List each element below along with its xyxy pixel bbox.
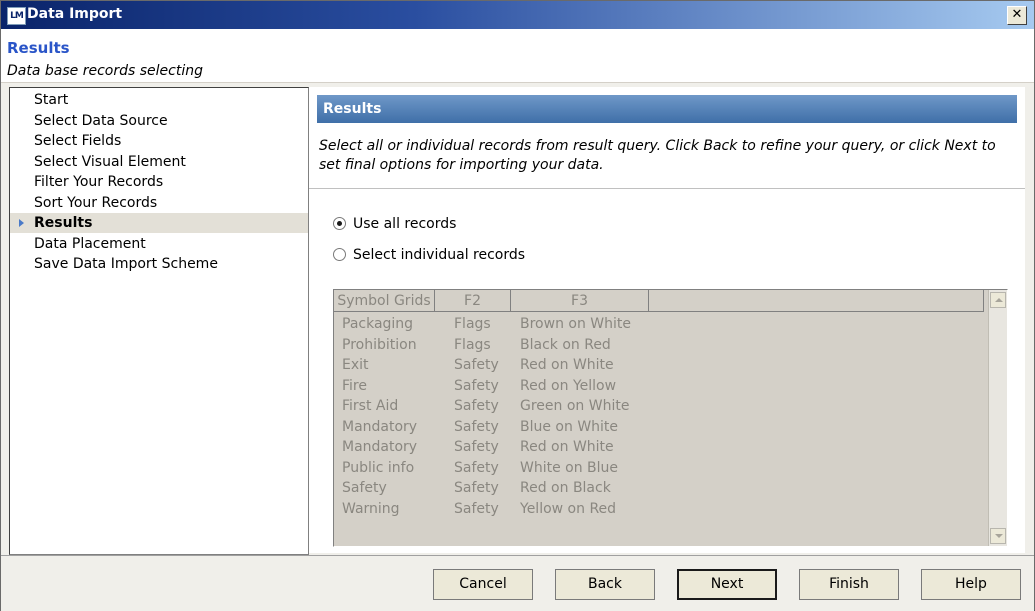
close-button[interactable]: ✕	[1007, 6, 1027, 25]
sidebar-item-label: Results	[34, 215, 93, 231]
cell-f2: Safety	[454, 398, 499, 414]
steps-sidebar: Start Select Data Source Select Fields S…	[9, 87, 309, 555]
sidebar-item-label: Select Data Source	[34, 112, 168, 129]
sidebar-item-save-data-import-scheme[interactable]: Save Data Import Scheme	[10, 254, 308, 274]
cell-symbol-grid: First Aid	[342, 398, 399, 414]
cell-symbol-grid: Safety	[342, 480, 387, 496]
close-icon: ✕	[1011, 7, 1023, 22]
radio-checked-icon[interactable]	[333, 217, 346, 230]
sidebar-item-filter-your-records[interactable]: Filter Your Records	[10, 172, 308, 192]
section-banner: Results	[317, 95, 1017, 123]
cell-f3: Yellow on Red	[520, 500, 617, 517]
title-bar[interactable]: LM Data Import ✕	[1, 1, 1034, 29]
cell-f2: Safety	[454, 357, 499, 373]
back-button[interactable]: Back	[555, 569, 655, 600]
column-header-empty	[649, 290, 984, 312]
cell-f3: Red on Black	[520, 480, 611, 496]
divider	[309, 188, 1025, 189]
sidebar-item-label: Sort Your Records	[34, 194, 158, 211]
window-title: Data Import	[27, 6, 123, 22]
arrow-down-icon	[995, 534, 1003, 538]
cell-f2: Safety	[454, 439, 499, 455]
cell-f3: Black on Red	[520, 336, 611, 353]
column-header-symbol-grids[interactable]: Symbol Grids	[334, 290, 435, 312]
cell-symbol-grid: Exit	[342, 357, 369, 373]
sidebar-item-label: Save Data Import Scheme	[34, 256, 218, 272]
cell-symbol-grid: Mandatory	[342, 439, 418, 455]
records-grid: Symbol Grids F2 F3 Packaging Flags Brown o…	[333, 289, 1008, 547]
page-subtitle: Data base records selecting	[7, 63, 203, 79]
sidebar-item-data-placement[interactable]: Data Placement	[10, 234, 308, 254]
help-button[interactable]: Help	[921, 569, 1021, 600]
cell-f2: Flags	[454, 336, 491, 353]
cell-f3: White on Blue	[520, 459, 619, 476]
cell-f2: Safety	[454, 480, 499, 496]
sidebar-item-label: Data Placement	[34, 235, 146, 252]
sidebar-item-results[interactable]: Results	[10, 213, 308, 233]
cell-f2: Safety	[454, 459, 499, 476]
sidebar-item-select-visual-element[interactable]: Select Visual Element	[10, 152, 308, 172]
radio-label: Select individual records	[353, 247, 526, 263]
cell-symbol-grid: Fire	[342, 377, 367, 394]
radio-unchecked-icon[interactable]	[333, 248, 346, 261]
column-header-f3[interactable]: F3	[511, 290, 649, 312]
main-panel: Results Select all or individual records…	[309, 87, 1025, 553]
cell-f2: Safety	[454, 500, 499, 517]
sidebar-item-select-data-source[interactable]: Select Data Source	[10, 111, 308, 131]
current-step-arrow-icon	[19, 219, 24, 227]
scroll-down-button[interactable]	[990, 528, 1006, 544]
data-import-window: LM Data Import ✕ Results Data base recor…	[0, 0, 1035, 611]
sidebar-item-label: Start	[34, 92, 69, 108]
cell-symbol-grid: Mandatory	[342, 418, 418, 435]
page-title: Results	[7, 39, 70, 57]
radio-label: Use all records	[353, 216, 457, 232]
cancel-button[interactable]: Cancel	[433, 569, 533, 600]
button-bar: Cancel Back Next Finish Help	[1, 555, 1034, 611]
sidebar-item-sort-your-records[interactable]: Sort Your Records	[10, 193, 308, 213]
wizard-header: Results Data base records selecting	[1, 29, 1034, 83]
cell-f2: Flags	[454, 316, 491, 332]
app-logo-icon: LM	[7, 7, 26, 25]
grid-header: Symbol Grids F2 F3	[334, 290, 984, 312]
column-header-f2[interactable]: F2	[435, 290, 511, 312]
cell-f3: Blue on White	[520, 418, 619, 435]
sidebar-item-label: Select Visual Element	[34, 153, 186, 170]
cell-f3: Red on Yellow	[520, 377, 617, 394]
scroll-up-button[interactable]	[990, 292, 1006, 308]
instructions-text: Select all or individual records from re…	[319, 138, 996, 173]
cell-symbol-grid: Packaging	[342, 316, 414, 332]
section-banner-title: Results	[323, 101, 382, 117]
cell-symbol-grid: Prohibition	[342, 336, 417, 353]
cell-f3: Brown on White	[520, 316, 631, 332]
finish-button[interactable]: Finish	[799, 569, 899, 600]
cell-f3: Red on White	[520, 357, 614, 373]
sidebar-item-start[interactable]: Start	[10, 90, 308, 110]
cell-f2: Safety	[454, 418, 499, 435]
cell-symbol-grid: Warning	[342, 500, 400, 517]
sidebar-item-label: Select Fields	[34, 133, 122, 149]
cell-f2: Safety	[454, 377, 499, 394]
arrow-up-icon	[995, 298, 1003, 302]
cell-f3: Red on White	[520, 439, 614, 455]
sidebar-item-label: Filter Your Records	[34, 174, 164, 190]
sidebar-item-select-fields[interactable]: Select Fields	[10, 131, 308, 151]
next-button[interactable]: Next	[677, 569, 777, 600]
grid-vertical-scrollbar[interactable]	[988, 290, 1007, 546]
cell-symbol-grid: Public info	[342, 459, 415, 476]
cell-f3: Green on White	[520, 398, 630, 414]
